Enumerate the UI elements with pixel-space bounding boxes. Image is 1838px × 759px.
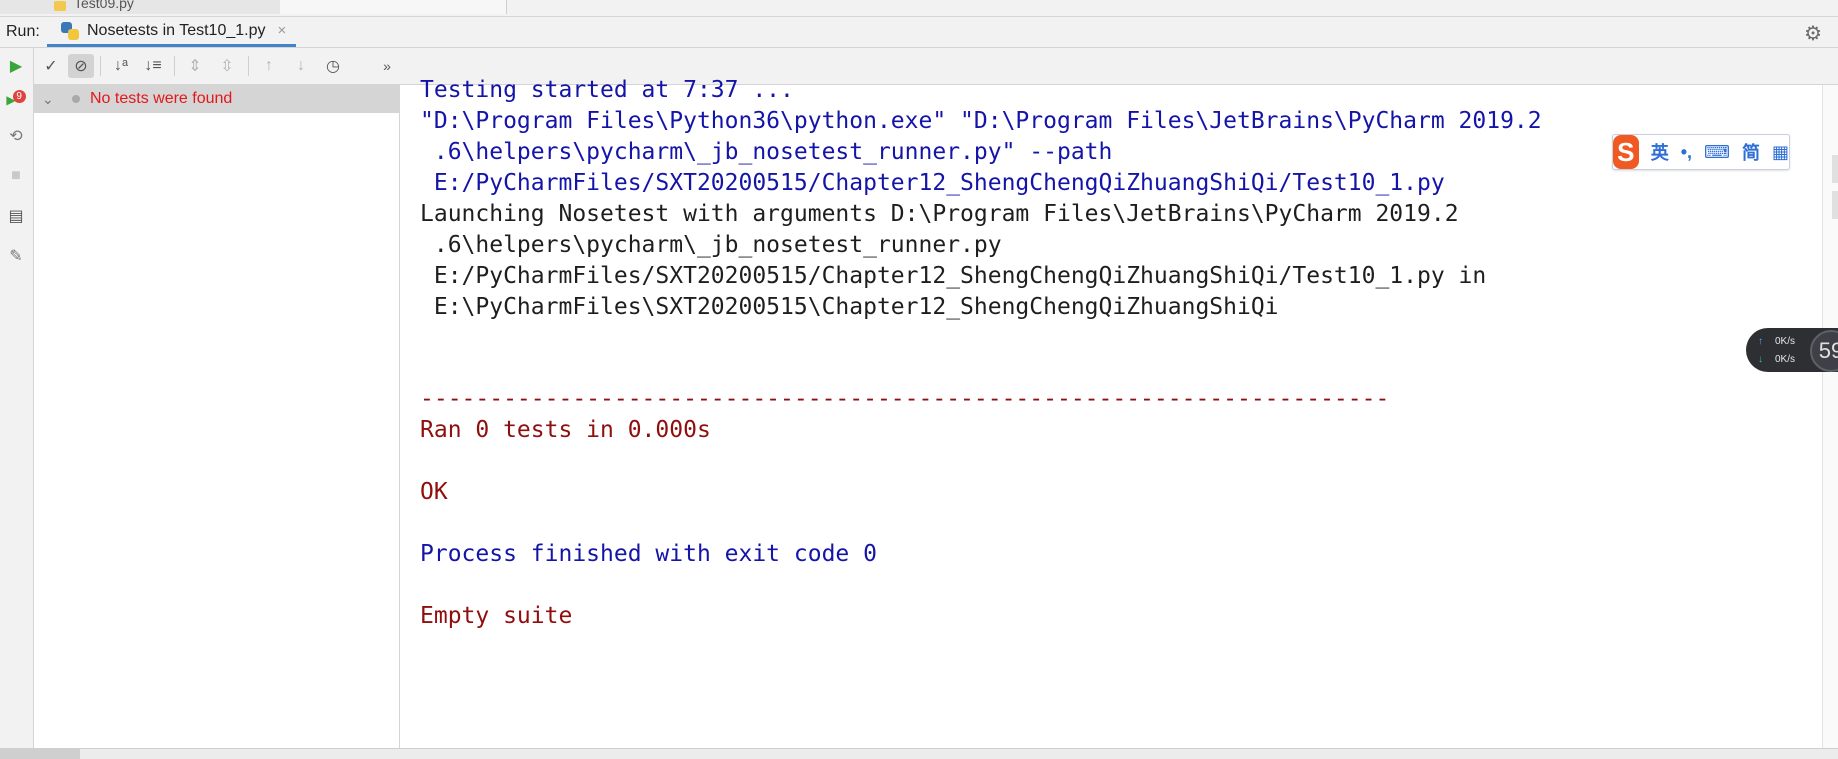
console-output[interactable]: Testing started at 7:37 ... "D:\Program … <box>400 77 1822 748</box>
test-tree-panel: ⌄ No tests were found <box>34 85 400 748</box>
test-runner-toolbar: ✓ ⊘ ↓ᵃ ↓≡ ⇕ ⇳ ↑ ↓ ◷ » <box>34 48 1838 85</box>
tree-root-message: No tests were found <box>90 90 233 107</box>
sort-duration-icon[interactable]: ↓≡ <box>140 54 166 78</box>
upload-arrow-icon: ↑ <box>1758 336 1763 347</box>
console-line: Ran 0 tests in 0.000s <box>420 417 711 443</box>
console-line: .6\helpers\pycharm\_jb_nosetest_runner.p… <box>420 232 1002 258</box>
ime-toolbar[interactable]: S 英 •, ⌨ 简 ▦ <box>1612 134 1790 170</box>
scrollbar-marker <box>1832 155 1838 183</box>
python-file-icon <box>54 1 66 11</box>
close-icon[interactable]: × <box>277 22 286 39</box>
run-tab-title: Nosetests in Test10_1.py <box>87 21 266 39</box>
pin-icon[interactable]: ✎ <box>4 244 28 268</box>
chevron-down-icon[interactable]: ⌄ <box>42 91 58 108</box>
download-speed: 0K/s <box>1775 354 1796 365</box>
speed-gauge: 59 <box>1810 330 1838 372</box>
console-line: Testing started at 7:37 ... <box>420 77 794 103</box>
console-line: "D:\Program Files\Python36\python.exe" "… <box>420 108 1542 134</box>
rerun-failed-icon[interactable]: ▶ 9 <box>4 88 28 112</box>
stop-icon[interactable]: ■ <box>4 164 28 188</box>
download-arrow-icon: ↓ <box>1758 354 1763 365</box>
toolbar-separator <box>100 56 101 76</box>
ime-script-toggle[interactable]: 简 <box>1742 139 1760 165</box>
console-line: E:/PyCharmFiles/SXT20200515/Chapter12_Sh… <box>420 170 1445 196</box>
editor-area-remnant <box>280 0 507 14</box>
console-line: E:/PyCharmFiles/SXT20200515/Chapter12_Sh… <box>420 263 1487 289</box>
console-line: ----------------------------------------… <box>420 386 1390 412</box>
console-scrollbar[interactable] <box>1822 85 1838 748</box>
play-icon[interactable]: ▶ <box>4 54 28 78</box>
status-dot-icon <box>72 95 80 103</box>
console-line: OK <box>420 479 448 505</box>
show-passed-icon[interactable]: ✓ <box>38 54 64 78</box>
apps-icon[interactable]: ▦ <box>1772 142 1789 163</box>
gear-icon[interactable]: ⚙ <box>1804 21 1822 46</box>
project-file-label: Test09.py <box>74 0 134 11</box>
ime-punctuation-toggle[interactable]: •, <box>1681 142 1692 163</box>
rerun-failed-badge: 9 <box>12 89 26 103</box>
network-speed-widget[interactable]: ↑ 0K/s ↓ 0K/s 59 <box>1746 328 1838 372</box>
toolbar-separator <box>174 56 175 76</box>
test-tree-root[interactable]: ⌄ No tests were found <box>34 85 399 113</box>
keyboard-icon[interactable]: ⌨ <box>1704 142 1730 163</box>
run-label: Run: <box>6 23 40 40</box>
toolbar-separator <box>248 56 249 76</box>
project-tree-remnant: Test09.py <box>0 0 1838 17</box>
console-line: Empty suite <box>420 603 573 629</box>
console-line: .6\helpers\pycharm\_jb_nosetest_runner.p… <box>420 139 1113 165</box>
sort-alpha-icon[interactable]: ↓ᵃ <box>108 54 134 78</box>
auto-test-icon[interactable]: ⟲ <box>4 124 28 148</box>
next-failed-icon[interactable]: ↓ <box>288 54 314 78</box>
run-left-toolbar: ▶ ▶ 9 ⟲ ■ ▤ ✎ <box>0 48 34 748</box>
bottom-status-strip <box>0 748 1838 759</box>
test-history-icon[interactable]: ◷ <box>320 54 346 78</box>
expand-all-icon[interactable]: ⇕ <box>182 54 208 78</box>
run-tab[interactable]: Nosetests in Test10_1.py × <box>47 17 297 47</box>
console-line: Launching Nosetest with arguments D:\Pro… <box>420 201 1459 227</box>
console-line: Process finished with exit code 0 <box>420 541 877 567</box>
more-icon[interactable]: » <box>374 54 400 78</box>
upload-speed: 0K/s <box>1775 336 1796 347</box>
show-ignored-icon[interactable]: ⊘ <box>68 54 94 78</box>
project-tree-row[interactable]: Test09.py <box>0 0 281 14</box>
collapse-all-icon[interactable]: ⇳ <box>214 54 240 78</box>
ime-logo-icon[interactable]: S <box>1613 135 1639 169</box>
prev-failed-icon[interactable]: ↑ <box>256 54 282 78</box>
layout-icon[interactable]: ▤ <box>4 204 28 228</box>
run-tool-window-header: Run: Nosetests in Test10_1.py × ⚙ <box>0 17 1838 48</box>
ime-language-toggle[interactable]: 英 <box>1651 139 1669 165</box>
python-test-icon <box>61 21 79 40</box>
scrollbar-marker <box>1832 191 1838 219</box>
console-line: E:\PyCharmFiles\SXT20200515\Chapter12_Sh… <box>420 294 1279 320</box>
